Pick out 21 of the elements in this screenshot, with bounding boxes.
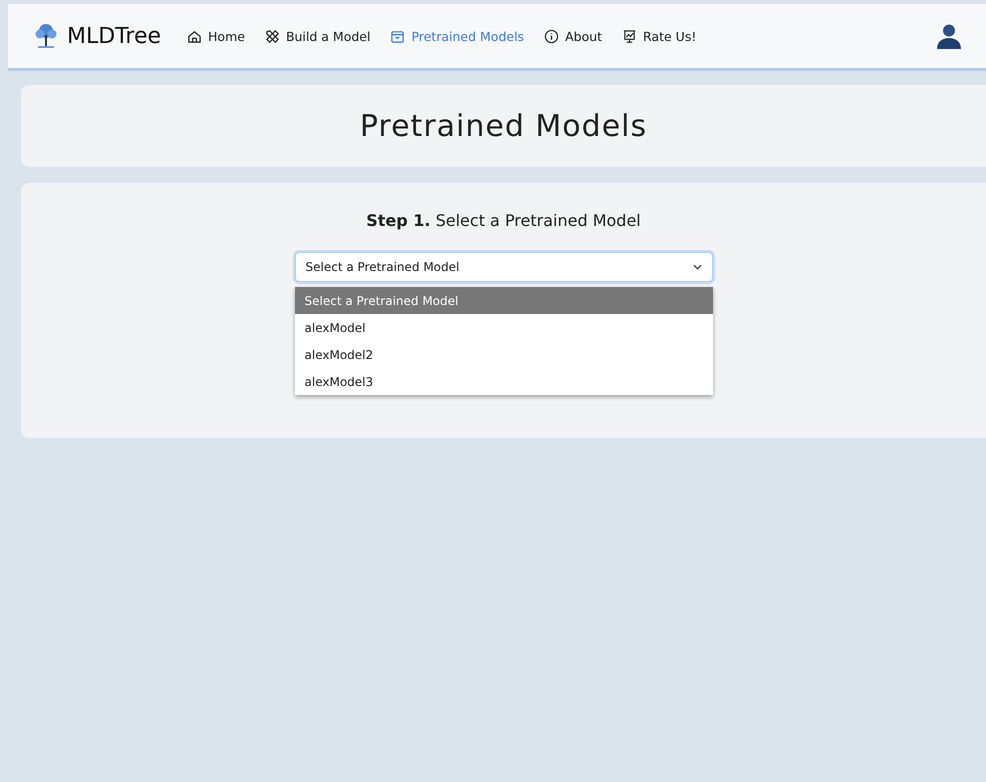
info-icon — [544, 28, 560, 44]
home-icon — [187, 28, 202, 44]
dropdown-option[interactable]: Select a Pretrained Model — [294, 287, 712, 314]
brand-name[interactable]: MLDTree — [67, 24, 162, 48]
nav-link[interactable]: Home — [187, 28, 245, 44]
chevron-icon — [692, 264, 702, 270]
nav-link[interactable]: Pretrained Models — [390, 28, 524, 44]
dropdown-option[interactable]: alexModel3 — [294, 368, 712, 395]
tray-icon — [390, 28, 406, 44]
tree-logo-icon[interactable] — [34, 23, 58, 49]
model-select[interactable]: Select a Pretrained Model — [294, 252, 712, 282]
nav-link[interactable]: Build a Model — [264, 28, 370, 44]
dropdown-option[interactable]: alexModel — [294, 314, 712, 341]
nav-link[interactable]: About — [544, 28, 602, 44]
user-avatar-icon[interactable] — [936, 23, 962, 49]
step-heading: Step 1. Select a Pretrained Model — [366, 211, 641, 230]
dropdown-option[interactable]: alexModel2 — [294, 341, 712, 368]
page-title: Pretrained Models — [360, 108, 648, 144]
presentation-icon — [622, 28, 638, 44]
nav-link[interactable]: Rate Us! — [622, 28, 696, 44]
tools-icon — [264, 28, 280, 44]
